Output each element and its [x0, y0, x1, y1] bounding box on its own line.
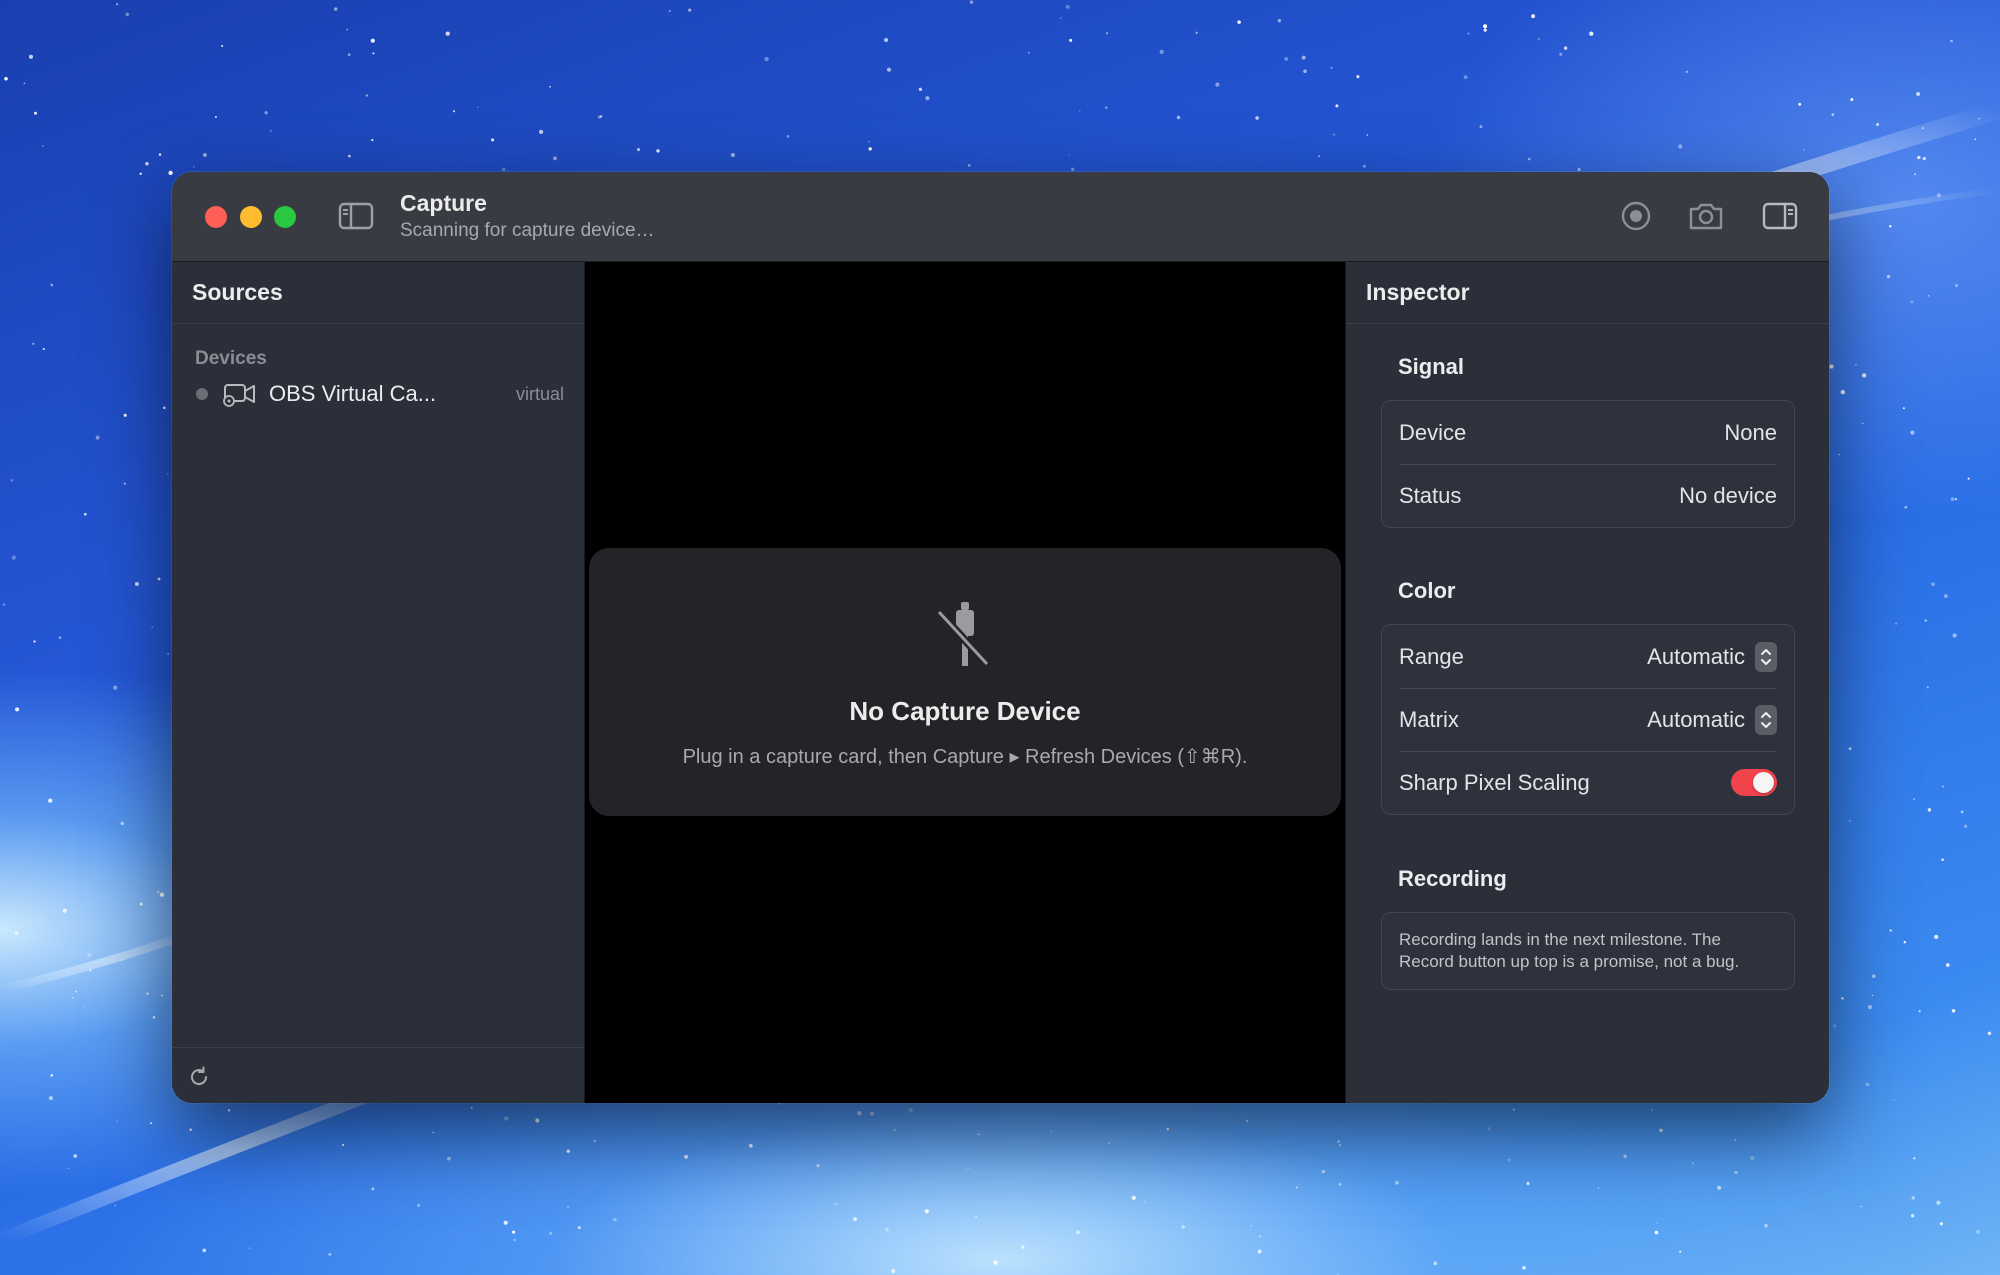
- empty-state-card: No Capture Device Plug in a capture card…: [589, 548, 1341, 816]
- minimize-window-button[interactable]: [240, 206, 262, 228]
- device-name: OBS Virtual Ca...: [269, 381, 437, 406]
- chevron-up-down-icon: [1755, 704, 1777, 735]
- device-value: None: [1724, 419, 1777, 445]
- signal-device-row: Device None: [1382, 401, 1794, 464]
- close-window-button[interactable]: [205, 206, 227, 228]
- inspector-panel: Inspector Signal Device None Status No d…: [1345, 262, 1829, 1103]
- inspector-header: Inspector: [1346, 262, 1829, 324]
- window-title: Capture: [400, 190, 487, 216]
- recording-group-title: Recording: [1398, 866, 1507, 891]
- color-group: Range Automatic Matrix Automatic Sharp P…: [1381, 624, 1795, 815]
- zoom-window-button[interactable]: [274, 206, 296, 228]
- range-popup[interactable]: Automatic: [1647, 641, 1777, 672]
- video-camera-icon: [221, 381, 257, 407]
- device-label: Device: [1399, 419, 1467, 445]
- sidebar-left-icon: [338, 202, 374, 230]
- matrix-label: Matrix: [1399, 706, 1459, 732]
- status-label: Status: [1399, 482, 1462, 508]
- status-value: No device: [1679, 482, 1777, 508]
- window-subtitle: Scanning for capture device…: [400, 220, 655, 241]
- device-tag: virtual: [515, 383, 564, 404]
- toggle-inspector-button[interactable]: [1758, 196, 1802, 236]
- signal-status-row: Status No device: [1382, 464, 1794, 527]
- range-row: Range Automatic: [1382, 625, 1794, 688]
- recording-group: Recording lands in the next milestone. T…: [1381, 912, 1795, 990]
- sidebar-right-icon: [1762, 202, 1798, 230]
- signal-group: Device None Status No device: [1381, 400, 1795, 528]
- camera-icon: [1689, 203, 1723, 230]
- chevron-up-down-icon: [1755, 641, 1777, 672]
- empty-state-hint: Plug in a capture card, then Capture ▸ R…: [682, 746, 1248, 768]
- color-group-title: Color: [1398, 578, 1456, 603]
- preview-area: No Capture Device Plug in a capture card…: [585, 262, 1345, 1103]
- snapshot-button[interactable]: [1684, 196, 1728, 236]
- empty-state-title: No Capture Device: [849, 696, 1081, 726]
- sharp-pixel-scaling-row: Sharp Pixel Scaling: [1382, 751, 1794, 814]
- toggle-sidebar-button[interactable]: [334, 196, 378, 236]
- sharp-pixel-scaling-label: Sharp Pixel Scaling: [1399, 769, 1590, 795]
- app-window: Capture Scanning for capture device… Sou…: [172, 172, 1829, 1103]
- refresh-devices-button[interactable]: [184, 1062, 214, 1092]
- matrix-value: Automatic: [1647, 706, 1745, 732]
- sources-sidebar: Sources Devices OBS Virtual Ca... virtua…: [172, 262, 585, 1103]
- recording-note: Recording lands in the next milestone. T…: [1399, 930, 1740, 971]
- devices-section-label: Devices: [195, 348, 267, 369]
- refresh-icon: [191, 1066, 208, 1086]
- range-label: Range: [1399, 643, 1464, 669]
- matrix-popup[interactable]: Automatic: [1647, 704, 1777, 735]
- cable-disconnected-icon: [936, 602, 990, 667]
- record-button[interactable]: [1614, 196, 1658, 236]
- matrix-row: Matrix Automatic: [1382, 688, 1794, 751]
- sharp-pixel-scaling-toggle[interactable]: [1731, 769, 1777, 796]
- signal-group-title: Signal: [1398, 354, 1465, 379]
- title-bar: Capture Scanning for capture device…: [172, 172, 1829, 262]
- device-row-obs-virtual-camera[interactable]: OBS Virtual Ca... virtual: [188, 372, 568, 416]
- toggle-knob: [1753, 772, 1774, 793]
- device-status-dot: [196, 388, 208, 400]
- record-icon: [1621, 201, 1651, 231]
- range-value: Automatic: [1647, 643, 1745, 669]
- sidebar-footer: [172, 1047, 584, 1103]
- sources-header: Sources: [172, 262, 584, 324]
